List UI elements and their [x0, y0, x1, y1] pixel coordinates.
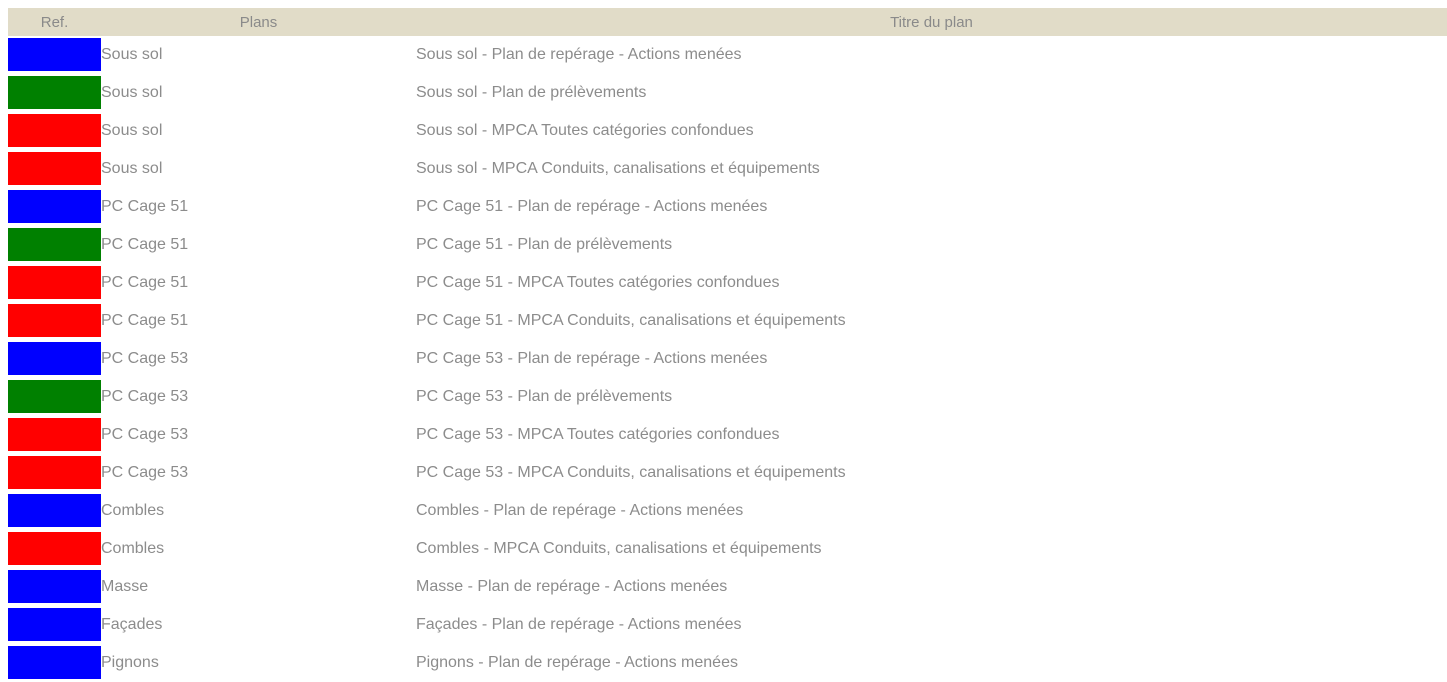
ref-cell [8, 568, 101, 606]
plan-title[interactable]: PC Cage 53 - Plan de prélèvements [416, 378, 1447, 416]
ref-cell [8, 264, 101, 302]
ref-cell [8, 644, 101, 682]
plan-title[interactable]: PC Cage 53 - MPCA Toutes catégories conf… [416, 416, 1447, 454]
color-swatch [8, 494, 101, 527]
plan-title[interactable]: Sous sol - Plan de prélèvements [416, 74, 1447, 112]
plan-name: PC Cage 51 [101, 312, 189, 329]
plan-name: Combles [101, 540, 165, 557]
color-swatch [8, 456, 101, 489]
header-title: Titre du plan [416, 8, 1447, 36]
color-swatch [8, 38, 101, 71]
table-row[interactable]: PC Cage 53 PC Cage 53 - Plan de prélèvem… [8, 378, 1447, 416]
table-row[interactable]: PC Cage 51 PC Cage 51 - Plan de repérage… [8, 188, 1447, 226]
plans-table: Ref. Plans Titre du plan Sous sol Sous s… [8, 8, 1447, 682]
header-row: Ref. Plans Titre du plan [8, 8, 1447, 36]
color-swatch [8, 380, 101, 413]
table-row[interactable]: Masse Masse - Plan de repérage - Actions… [8, 568, 1447, 606]
header-ref: Ref. [8, 8, 101, 36]
ref-cell [8, 530, 101, 568]
ref-cell [8, 226, 101, 264]
plan-name: PC Cage 51 [101, 274, 189, 291]
table-row[interactable]: Sous sol Sous sol - MPCA Conduits, canal… [8, 150, 1447, 188]
table-row[interactable]: PC Cage 51 PC Cage 51 - MPCA Toutes caté… [8, 264, 1447, 302]
color-swatch [8, 266, 101, 299]
plan-title[interactable]: PC Cage 51 - Plan de repérage - Actions … [416, 188, 1447, 226]
table-row[interactable]: PC Cage 53 PC Cage 53 - Plan de repérage… [8, 340, 1447, 378]
plan-title[interactable]: Masse - Plan de repérage - Actions menée… [416, 568, 1447, 606]
table-row[interactable]: Pignons Pignons - Plan de repérage - Act… [8, 644, 1447, 682]
table-header: Ref. Plans Titre du plan [8, 8, 1447, 36]
table-row[interactable]: Sous sol Sous sol - MPCA Toutes catégori… [8, 112, 1447, 150]
plan-title[interactable]: PC Cage 53 - MPCA Conduits, canalisation… [416, 454, 1447, 492]
plan-name: PC Cage 53 [101, 426, 189, 443]
color-swatch [8, 152, 101, 185]
color-swatch [8, 114, 101, 147]
plan-name: PC Cage 53 [101, 350, 189, 367]
plan-title[interactable]: PC Cage 51 - MPCA Toutes catégories conf… [416, 264, 1447, 302]
plan-name: Sous sol [101, 160, 163, 177]
table-body: Sous sol Sous sol - Plan de repérage - A… [8, 36, 1447, 682]
color-swatch [8, 342, 101, 375]
plan-title[interactable]: Sous sol - Plan de repérage - Actions me… [416, 36, 1447, 74]
color-swatch [8, 570, 101, 603]
plan-title[interactable]: Combles - MPCA Conduits, canalisations e… [416, 530, 1447, 568]
plan-name: Sous sol [101, 122, 163, 139]
table-row[interactable]: Combles Combles - MPCA Conduits, canalis… [8, 530, 1447, 568]
plan-name: Masse [101, 578, 149, 595]
plan-name: PC Cage 53 [101, 388, 189, 405]
table-row[interactable]: PC Cage 53 PC Cage 53 - MPCA Toutes caté… [8, 416, 1447, 454]
plan-name: Combles [101, 502, 165, 519]
table-row[interactable]: PC Cage 53 PC Cage 53 - MPCA Conduits, c… [8, 454, 1447, 492]
plan-title[interactable]: Sous sol - MPCA Conduits, canalisations … [416, 150, 1447, 188]
ref-cell [8, 416, 101, 454]
plan-title[interactable]: Combles - Plan de repérage - Actions men… [416, 492, 1447, 530]
plan-name: Pignons [101, 654, 159, 671]
table-row[interactable]: Combles Combles - Plan de repérage - Act… [8, 492, 1447, 530]
table-row[interactable]: PC Cage 51 PC Cage 51 - MPCA Conduits, c… [8, 302, 1447, 340]
plan-title[interactable]: PC Cage 51 - Plan de prélèvements [416, 226, 1447, 264]
ref-cell [8, 340, 101, 378]
plan-name: PC Cage 51 [101, 198, 189, 215]
plan-name: PC Cage 51 [101, 236, 189, 253]
table-row[interactable]: PC Cage 51 PC Cage 51 - Plan de prélèvem… [8, 226, 1447, 264]
ref-cell [8, 492, 101, 530]
ref-cell [8, 188, 101, 226]
ref-cell [8, 36, 101, 74]
plan-title[interactable]: PC Cage 51 - MPCA Conduits, canalisation… [416, 302, 1447, 340]
ref-cell [8, 150, 101, 188]
ref-cell [8, 112, 101, 150]
color-swatch [8, 608, 101, 641]
header-plans: Plans [101, 8, 416, 36]
color-swatch [8, 646, 101, 679]
color-swatch [8, 532, 101, 565]
plan-title[interactable]: PC Cage 53 - Plan de repérage - Actions … [416, 340, 1447, 378]
color-swatch [8, 190, 101, 223]
plan-name: Façades [101, 616, 163, 633]
plan-title[interactable]: Façades - Plan de repérage - Actions men… [416, 606, 1447, 644]
plan-title[interactable]: Pignons - Plan de repérage - Actions men… [416, 644, 1447, 682]
plan-name: Sous sol [101, 84, 163, 101]
ref-cell [8, 606, 101, 644]
ref-cell [8, 378, 101, 416]
ref-cell [8, 302, 101, 340]
color-swatch [8, 76, 101, 109]
ref-cell [8, 74, 101, 112]
ref-cell [8, 454, 101, 492]
plan-title[interactable]: Sous sol - MPCA Toutes catégories confon… [416, 112, 1447, 150]
plan-name: PC Cage 53 [101, 464, 189, 481]
color-swatch [8, 304, 101, 337]
color-swatch [8, 228, 101, 261]
color-swatch [8, 418, 101, 451]
plan-name: Sous sol [101, 46, 163, 63]
table-row[interactable]: Sous sol Sous sol - Plan de prélèvements [8, 74, 1447, 112]
table-row[interactable]: Façades Façades - Plan de repérage - Act… [8, 606, 1447, 644]
table-row[interactable]: Sous sol Sous sol - Plan de repérage - A… [8, 36, 1447, 74]
